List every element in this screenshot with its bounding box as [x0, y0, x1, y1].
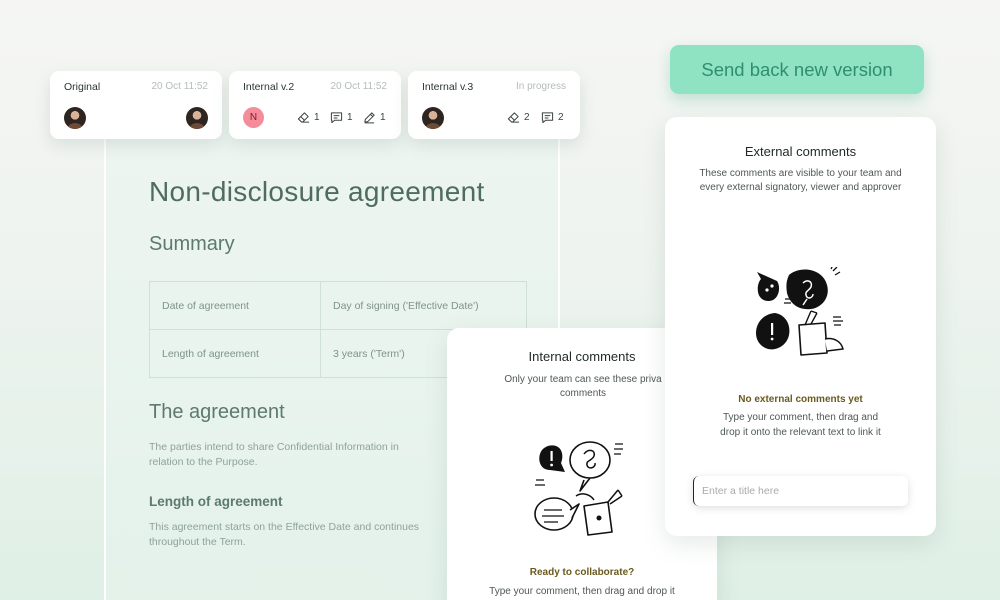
avatar — [422, 107, 444, 129]
table-cell-label: Date of agreement — [149, 281, 321, 330]
comment-count-value: 2 — [558, 112, 564, 123]
agreement-text: The parties intend to share Confidential… — [149, 441, 399, 468]
comment-icon — [330, 112, 343, 124]
comment-count-value: 1 — [347, 112, 353, 123]
ready-to-collaborate-title: Ready to collaborate? — [529, 567, 635, 578]
pen-icon — [364, 112, 375, 124]
edit-count-value: 1 — [314, 112, 320, 123]
comment-count: 2 — [541, 111, 564, 124]
edit-count: 1 — [297, 111, 320, 124]
document-title: Non-disclosure agreement — [149, 176, 485, 207]
table-row: Date of agreement Day of signing ('Effec… — [149, 281, 527, 330]
version-date: 20 Oct 11:52 — [151, 81, 208, 92]
external-comments-description: These comments are visible to your team … — [699, 168, 902, 193]
edit-count-value: 2 — [524, 112, 530, 123]
collaboration-illustration-icon — [534, 441, 623, 536]
version-name: Internal v.3 — [422, 81, 474, 93]
version-card-internal-v3[interactable]: Internal v.3 In progress 2 2 — [408, 71, 580, 139]
external-comments-panel: External comments These comments are vis… — [665, 117, 936, 536]
signature-count-value: 1 — [380, 112, 386, 123]
version-status: In progress — [515, 81, 566, 92]
comment-title-input[interactable] — [693, 476, 908, 506]
agreement-heading: The agreement — [149, 401, 285, 423]
send-back-new-version-button[interactable]: Send back new version — [670, 45, 924, 94]
table-cell-value: Day of signing ('Effective Date') — [320, 281, 527, 330]
avatar: N — [243, 107, 264, 128]
comment-count: 1 — [330, 111, 353, 124]
external-comments-title: External comments — [744, 144, 857, 159]
edit-count: 2 — [507, 111, 530, 124]
external-comments-help: Type your comment, then drag and drop it… — [720, 412, 881, 438]
internal-comments-description: Only your team can see these priva comme… — [504, 374, 662, 399]
internal-comments-help: Type your comment, then drag and drop it — [489, 586, 675, 597]
version-name: Original — [64, 81, 101, 93]
length-heading: Length of agreement — [149, 494, 283, 509]
version-card-original[interactable]: Original 20 Oct 11:52 — [50, 71, 222, 139]
eraser-icon — [507, 112, 520, 123]
length-text: This agreement starts on the Effective D… — [149, 521, 420, 548]
version-name: Internal v.2 — [243, 81, 295, 93]
avatar — [186, 107, 208, 129]
version-date: 20 Oct 11:52 — [330, 81, 387, 92]
avatar — [64, 107, 86, 129]
signature-count: 1 — [363, 111, 386, 124]
version-card-internal-v2[interactable]: Internal v.2 20 Oct 11:52 N 1 1 1 — [229, 71, 401, 139]
no-external-comments-title: No external comments yet — [738, 394, 863, 405]
eraser-icon — [297, 112, 310, 123]
summary-heading: Summary — [149, 233, 235, 255]
comment-icon — [541, 112, 554, 124]
table-cell-label: Length of agreement — [149, 329, 321, 378]
speech-bubbles-illustration-icon — [756, 267, 844, 356]
